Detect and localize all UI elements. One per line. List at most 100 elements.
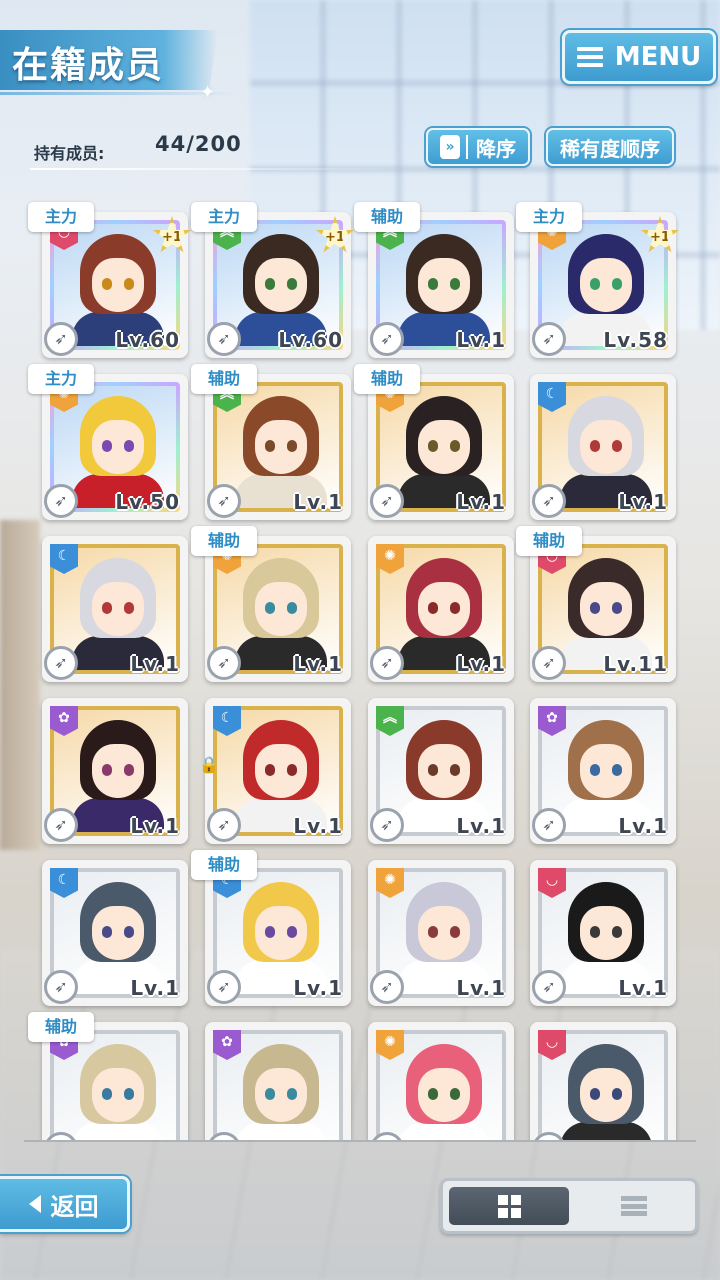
portrait-eye: [590, 278, 600, 290]
member-level: Lv.1: [456, 976, 506, 1000]
back-button[interactable]: 返回: [0, 1176, 130, 1232]
role-tag: 辅助: [354, 202, 420, 232]
member-level: Lv.1: [618, 814, 668, 838]
weapon-type-icon: ➶: [532, 484, 566, 518]
portrait-face: [418, 906, 470, 960]
weapon-type-icon: ➶: [44, 484, 78, 518]
member-card[interactable]: ✺➶: [368, 1022, 514, 1140]
member-card[interactable]: ◡ ➶ Lv.1: [530, 860, 676, 1006]
portrait-face: [255, 420, 307, 474]
member-grid: ◡ 主力 +1 ➶ Lv.60 ︽ 主力 +1 ➶ Lv.60 ︽ 辅助 ➶ Lv.1 ✺ 主力 +1 ➶ Lv.5…: [0, 0, 720, 1140]
member-card[interactable]: ✺ 辅助 ➶ Lv.1: [354, 364, 514, 520]
member-level: Lv.1: [293, 652, 343, 676]
portrait-eye: [612, 440, 622, 452]
weapon-type-icon: ➶: [370, 484, 404, 518]
member-card[interactable]: ◡ 辅助 ➶ Lv.11: [516, 526, 676, 682]
member-card[interactable]: ✿➶: [205, 1022, 351, 1140]
portrait-eye: [612, 764, 622, 776]
portrait-eye: [612, 602, 622, 614]
portrait-eye: [265, 440, 275, 452]
portrait-eye: [265, 1088, 275, 1100]
portrait-face: [255, 1068, 307, 1122]
role-tag: 辅助: [354, 364, 420, 394]
member-card[interactable]: ︽ ➶ Lv.1: [368, 698, 514, 844]
member-card[interactable]: ✺ ➶ Lv.1: [368, 536, 514, 682]
portrait-eye: [287, 926, 297, 938]
portrait-eye: [124, 602, 134, 614]
weapon-type-icon: ➶: [44, 322, 78, 356]
portrait-eye: [287, 440, 297, 452]
portrait-face: [92, 906, 144, 960]
weapon-type-icon: ➶: [207, 808, 241, 842]
role-tag: 主力: [28, 202, 94, 232]
grid-icon: [497, 1194, 521, 1218]
lock-icon: 🔒: [199, 755, 219, 774]
weapon-type-icon: ➶: [532, 322, 566, 356]
member-card[interactable]: ◡➶: [530, 1022, 676, 1140]
view-mode-toggle: [440, 1178, 698, 1234]
portrait-eye: [450, 764, 460, 776]
portrait-eye: [124, 764, 134, 776]
member-card[interactable]: ✺ ➶ Lv.1: [368, 860, 514, 1006]
member-card[interactable]: ✺ 辅助 ➶ Lv.1: [191, 526, 351, 682]
portrait-eye: [590, 926, 600, 938]
member-level: Lv.58: [603, 328, 668, 352]
portrait-face: [418, 744, 470, 798]
member-card[interactable]: ︽ 主力 +1 ➶ Lv.60: [191, 202, 355, 358]
portrait-face: [92, 744, 144, 798]
portrait-face: [92, 420, 144, 474]
member-card[interactable]: ◡ 主力 +1 ➶ Lv.60: [28, 202, 192, 358]
portrait-face: [580, 906, 632, 960]
portrait-eye: [590, 764, 600, 776]
member-card[interactable]: ✺ 主力 ➶ Lv.50: [28, 364, 188, 520]
member-card[interactable]: ︽ 辅助 ➶ Lv.1: [191, 364, 351, 520]
weapon-type-icon: ➶: [207, 646, 241, 680]
member-card[interactable]: ☾ ➶ Lv.1: [42, 536, 188, 682]
portrait-eye: [428, 764, 438, 776]
member-level: Lv.1: [293, 490, 343, 514]
member-card[interactable]: ︽ 辅助 ➶ Lv.1: [354, 202, 514, 358]
member-card[interactable]: ☾ ➶ Lv.1: [42, 860, 188, 1006]
weapon-type-icon: ➶: [532, 808, 566, 842]
list-view-button[interactable]: [575, 1187, 693, 1225]
portrait-face: [580, 744, 632, 798]
member-card[interactable]: ✿ ➶ Lv.1: [42, 698, 188, 844]
member-card[interactable]: ✺ 主力 +1 ➶ Lv.58: [516, 202, 680, 358]
portrait-face: [418, 582, 470, 636]
portrait-eye: [450, 1088, 460, 1100]
portrait-eye: [102, 926, 112, 938]
member-card[interactable]: ☾ ➶ Lv.1: [530, 374, 676, 520]
role-tag: 辅助: [28, 1012, 94, 1042]
portrait-outfit: [560, 1122, 652, 1140]
portrait-eye: [102, 764, 112, 776]
member-level: Lv.1: [293, 814, 343, 838]
portrait-eye: [287, 1088, 297, 1100]
role-tag: 主力: [191, 202, 257, 232]
weapon-type-icon: ➶: [44, 646, 78, 680]
grid-divider: [24, 1140, 696, 1142]
member-card[interactable]: ✿ ➶ Lv.1: [530, 698, 676, 844]
portrait-eye: [428, 440, 438, 452]
role-tag: 辅助: [191, 526, 257, 556]
member-level: Lv.1: [130, 814, 180, 838]
member-level: Lv.60: [115, 328, 180, 352]
member-level: Lv.1: [456, 814, 506, 838]
portrait-face: [255, 258, 307, 312]
portrait-outfit: [235, 1122, 327, 1140]
portrait-eye: [287, 278, 297, 290]
weapon-type-icon: ➶: [532, 970, 566, 1004]
portrait-eye: [612, 1088, 622, 1100]
portrait-eye: [124, 440, 134, 452]
member-card[interactable]: ☾ 🔒 ➶ Lv.1: [199, 698, 351, 844]
portrait-eye: [590, 602, 600, 614]
weapon-type-icon: ➶: [370, 646, 404, 680]
portrait-face: [255, 744, 307, 798]
portrait-face: [418, 420, 470, 474]
grid-view-button[interactable]: [449, 1187, 569, 1225]
portrait-eye: [428, 602, 438, 614]
member-card[interactable]: ✿辅助➶: [28, 1012, 188, 1140]
member-card[interactable]: ☾ 辅助 ➶ Lv.1: [191, 850, 351, 1006]
portrait-eye: [287, 602, 297, 614]
portrait-eye: [612, 278, 622, 290]
member-level: Lv.1: [618, 976, 668, 1000]
